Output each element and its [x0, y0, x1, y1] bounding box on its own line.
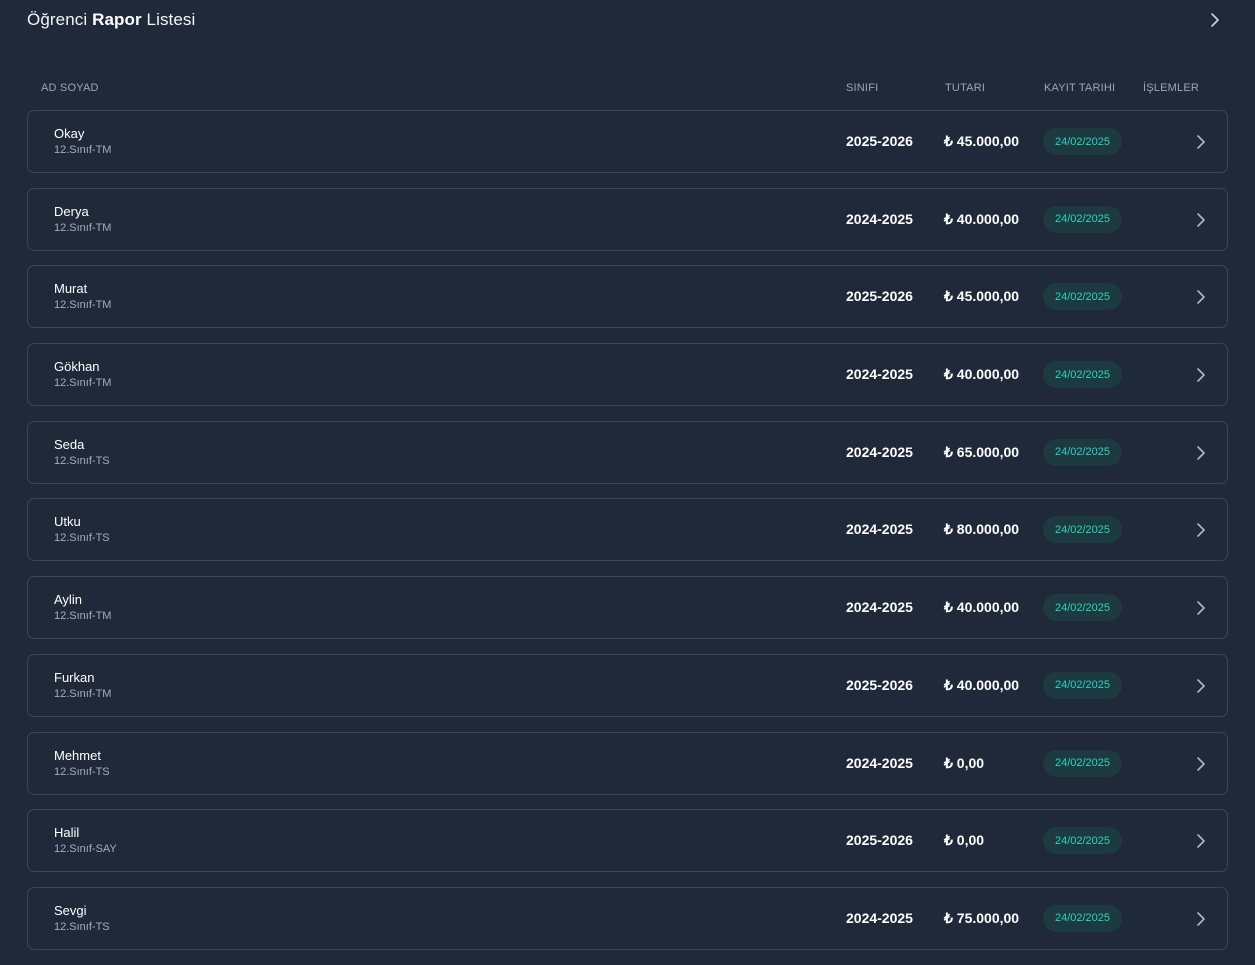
amount: ₺ 80.000,00	[944, 521, 1020, 538]
registration-date-badge: 24/02/2025	[1043, 827, 1122, 855]
chevron-right-icon[interactable]	[1194, 132, 1208, 152]
amount: ₺ 40.000,00	[944, 366, 1020, 383]
table-row[interactable]: Mehmet 12.Sınıf-TS 2024-2025 ₺ 0,00 24/02/20…	[27, 731, 1228, 795]
table-row[interactable]: Aylin 12.Sınıf-TM 2024-2025 ₺ 40.000,00 24/0…	[27, 576, 1228, 640]
chevron-right-icon[interactable]	[1194, 443, 1208, 463]
table-row[interactable]: Murat 12.Sınıf-TM 2025-2026 ₺ 45.000,00 24/0…	[27, 265, 1228, 329]
school-year: 2024-2025	[846, 599, 913, 616]
school-year: 2024-2025	[846, 210, 913, 227]
school-year: 2025-2026	[846, 288, 913, 305]
registration-date-badge: 24/02/2025	[1043, 361, 1122, 389]
table-row[interactable]: Derya 12.Sınıf-TM 2024-2025 ₺ 40.000,00 24/0…	[27, 187, 1228, 251]
amount: ₺ 65.000,00	[944, 443, 1020, 460]
table-row[interactable]: Gökhan 12.Sınıf-TM 2024-2025 ₺ 40.000,00 24/…	[27, 343, 1228, 407]
student-name: Furkan	[54, 669, 95, 685]
table-row[interactable]: Halil 12.Sınıf-SAY 2025-2026 ₺ 0,00 24/02/20…	[27, 809, 1228, 873]
amount: ₺ 40.000,00	[944, 599, 1020, 616]
chevron-right-icon[interactable]	[1194, 287, 1208, 307]
student-class-group: 12.Sınıf-TM	[54, 377, 112, 390]
table-row[interactable]: Okay 12.Sınıf-TM 2025-2026 ₺ 45.000,00 24/02…	[27, 110, 1228, 173]
school-year: 2024-2025	[846, 909, 913, 926]
chevron-right-icon[interactable]	[1194, 598, 1208, 618]
student-name: Mehmet	[54, 747, 101, 763]
amount: ₺ 0,00	[944, 754, 985, 771]
registration-date-badge: 24/02/2025	[1043, 749, 1122, 777]
title-suffix: Listesi	[141, 10, 196, 29]
student-class-group: 12.Sınıf-TM	[54, 221, 112, 234]
amount: ₺ 45.000,00	[944, 133, 1020, 149]
table-row[interactable]: Seda 12.Sınıf-TS 2024-2025 ₺ 65.000,00 24/02…	[27, 420, 1228, 484]
chevron-right-icon[interactable]	[1194, 520, 1208, 540]
registration-date-badge: 24/02/2025	[1043, 904, 1122, 932]
title-bold: Rapor	[92, 10, 142, 29]
registration-date-badge: 24/02/2025	[1043, 205, 1122, 233]
school-year: 2024-2025	[846, 521, 913, 538]
table-row[interactable]: Furkan 12.Sınıf-TM 2025-2026 ₺ 40.000,00 24/…	[27, 653, 1228, 717]
student-name: Halil	[54, 825, 80, 841]
amount: ₺ 0,00	[944, 832, 985, 849]
column-header-class[interactable]: SINIFI	[846, 82, 878, 94]
chevron-right-icon[interactable]	[1208, 10, 1222, 30]
school-year: 2024-2025	[846, 443, 913, 460]
school-year: 2024-2025	[846, 754, 913, 771]
column-header-actions: İŞLEMLER	[1143, 82, 1200, 94]
registration-date-badge: 24/02/2025	[1043, 671, 1122, 699]
registration-date-badge: 24/02/2025	[1043, 516, 1122, 544]
student-class-group: 12.Sınıf-SAY	[54, 843, 117, 856]
chevron-right-icon[interactable]	[1194, 831, 1208, 851]
chevron-right-icon[interactable]	[1194, 210, 1208, 230]
registration-date-badge: 24/02/2025	[1043, 128, 1122, 155]
amount: ₺ 40.000,00	[944, 676, 1020, 693]
student-name: Sevgi	[54, 902, 87, 918]
chevron-right-icon[interactable]	[1194, 365, 1208, 385]
student-class-group: 12.Sınıf-TS	[54, 765, 110, 778]
chevron-right-icon[interactable]	[1194, 754, 1208, 774]
student-class-group: 12.Sınıf-TM	[54, 687, 112, 700]
table-row[interactable]: Sevgi 12.Sınıf-TS 2024-2025 ₺ 75.000,00 24/0…	[27, 886, 1228, 950]
student-name: Gökhan	[54, 359, 100, 375]
student-report-list: Okay 12.Sınıf-TM 2025-2026 ₺ 45.000,00 24/02…	[27, 110, 1228, 965]
amount: ₺ 75.000,00	[944, 909, 1020, 926]
student-name: Seda	[54, 436, 85, 452]
student-class-group: 12.Sınıf-TM	[54, 610, 112, 623]
student-name: Murat	[54, 281, 88, 297]
student-class-group: 12.Sınıf-TM	[54, 299, 112, 312]
chevron-right-icon[interactable]	[1194, 676, 1208, 696]
registration-date-badge: 24/02/2025	[1043, 594, 1122, 622]
chevron-right-icon[interactable]	[1194, 909, 1208, 929]
table-header: AD SOYAD SINIFI TUTARI KAYIT TARIHI İŞLE…	[27, 82, 1227, 96]
student-class-group: 12.Sınıf-TM	[54, 144, 112, 156]
column-header-date[interactable]: KAYIT TARIHI	[1044, 82, 1115, 94]
page-title: Öğrenci Rapor Listesi	[27, 10, 195, 30]
table-row[interactable]: Utku 12.Sınıf-TS 2024-2025 ₺ 80.000,00 24/02…	[27, 498, 1228, 562]
student-name: Okay	[54, 126, 85, 141]
school-year: 2024-2025	[846, 366, 913, 383]
registration-date-badge: 24/02/2025	[1043, 438, 1122, 466]
amount: ₺ 40.000,00	[944, 210, 1020, 227]
school-year: 2025-2026	[846, 676, 913, 693]
page-header: Öğrenci Rapor Listesi	[27, 8, 1227, 32]
student-class-group: 12.Sınıf-TS	[54, 454, 110, 467]
registration-date-badge: 24/02/2025	[1043, 283, 1122, 311]
student-name: Aylin	[54, 592, 82, 608]
column-header-name[interactable]: AD SOYAD	[41, 82, 99, 94]
student-name: Utku	[54, 514, 81, 530]
title-prefix: Öğrenci	[27, 10, 93, 29]
student-name: Derya	[54, 203, 89, 219]
amount: ₺ 45.000,00	[944, 288, 1020, 305]
school-year: 2025-2026	[846, 133, 913, 149]
student-class-group: 12.Sınıf-TS	[54, 532, 110, 545]
student-class-group: 12.Sınıf-TS	[54, 920, 110, 933]
column-header-amount[interactable]: TUTARI	[945, 82, 985, 94]
school-year: 2025-2026	[846, 832, 913, 849]
